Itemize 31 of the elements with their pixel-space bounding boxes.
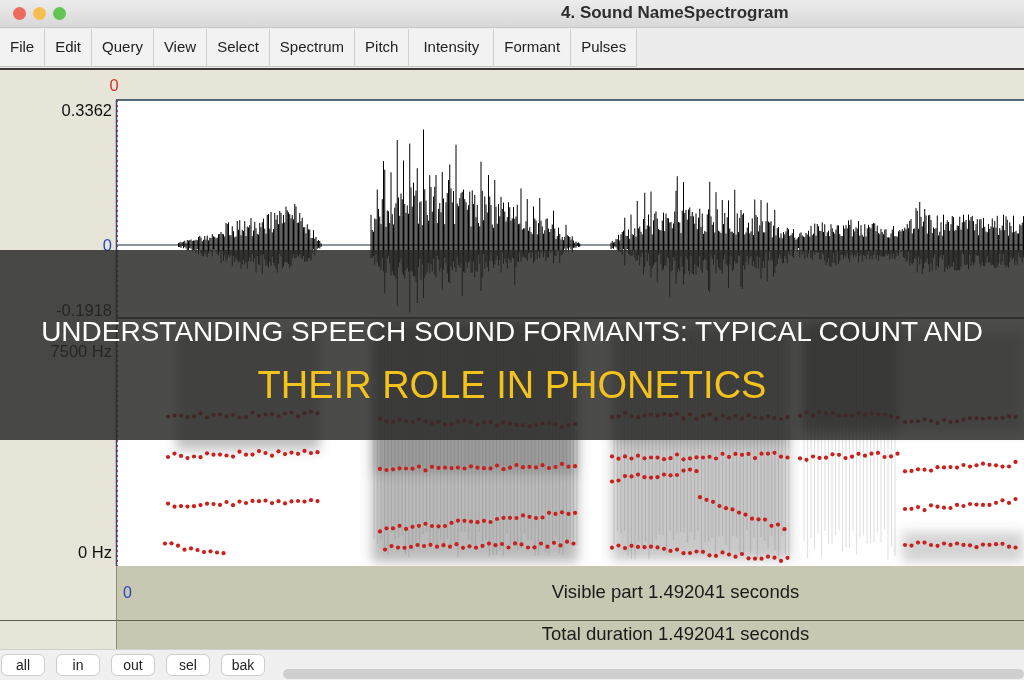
zoom-button[interactable]: bak (221, 654, 265, 676)
zoom-button[interactable]: out (111, 654, 155, 676)
menu-item[interactable]: Pitch (355, 29, 410, 67)
close-icon[interactable] (13, 7, 26, 20)
cursor-time-label: 0 (109, 76, 119, 94)
menu-item[interactable]: View (153, 29, 208, 67)
headline-text: UNDERSTANDING SPEECH SOUND FORMANTS: TYPICAL COUNT AND (41, 321, 983, 342)
zoom-button[interactable]: sel (166, 654, 210, 676)
menu-item[interactable]: Pulses (571, 29, 638, 67)
menu-item[interactable]: Formant (494, 29, 572, 67)
start-time-label: 0 (123, 584, 132, 602)
menu-item[interactable]: Select (207, 29, 270, 67)
menu-item[interactable]: Intensity (409, 29, 495, 67)
menu-item[interactable]: File (0, 29, 46, 67)
zoom-button[interactable]: in (56, 654, 100, 676)
visible-part-bar[interactable]: 0 Visible part 1.492041 seconds (116, 566, 1024, 621)
total-duration-text: Total duration 1.492041 seconds (541, 623, 810, 644)
menu-item[interactable]: Query (92, 29, 154, 67)
minimize-icon[interactable] (33, 7, 46, 20)
visible-part-text: Visible part 1.492041 seconds (551, 581, 800, 602)
amplitude-max-label: 0.3362 (61, 101, 112, 119)
amplitude-zero-label: 0 (102, 236, 112, 254)
total-duration-bar[interactable]: Total duration 1.492041 seconds (116, 621, 1024, 649)
menu-item[interactable]: Spectrum (269, 29, 356, 67)
maximize-icon[interactable] (53, 7, 66, 20)
menu-item[interactable]: Edit (45, 29, 93, 67)
window-title: 4. Sound NameSpectrogram (561, 4, 789, 23)
horizontal-scrollbar[interactable] (283, 669, 1024, 679)
headline-highlight-text: THEIR ROLE IN PHONETICS (257, 371, 767, 400)
zoom-button[interactable]: all (1, 654, 45, 676)
frequency-min-label: 0 Hz (78, 543, 112, 561)
